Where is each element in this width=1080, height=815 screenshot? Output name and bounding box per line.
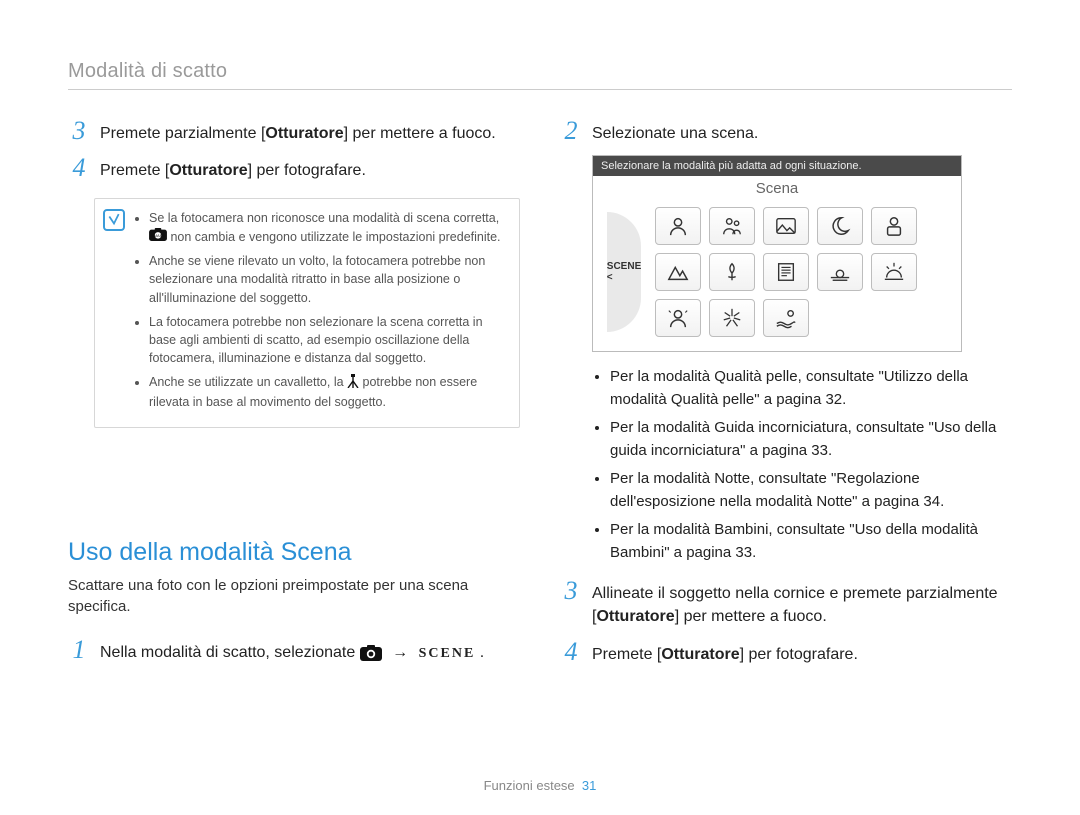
step-number: 4 bbox=[68, 155, 90, 182]
scene-cell-mountain bbox=[655, 253, 701, 291]
note-list: Se la fotocamera non riconosce una modal… bbox=[135, 209, 507, 411]
note-item: La fotocamera potrebbe non selezionare l… bbox=[149, 313, 507, 367]
arrow: → bbox=[392, 644, 408, 661]
header-rule bbox=[68, 89, 1012, 90]
dot: . bbox=[480, 644, 484, 661]
step-3-right: 3 Allineate il soggetto nella cornice e … bbox=[560, 578, 1012, 628]
text-bold: Otturatore bbox=[661, 646, 739, 663]
scene-cell-night bbox=[817, 207, 863, 245]
note-item: Se la fotocamera non riconosce una modal… bbox=[149, 209, 507, 246]
text: Premete [ bbox=[100, 162, 169, 179]
scene-cell-fireworks bbox=[709, 299, 755, 337]
bullet-item: Per la modalità Notte, consultate "Regol… bbox=[610, 468, 1012, 513]
page-footer: Funzioni estese 31 bbox=[0, 778, 1080, 793]
note-box: Se la fotocamera non riconosce una modal… bbox=[94, 198, 520, 428]
scene-cell-landscape bbox=[763, 207, 809, 245]
scene-label: SCENE bbox=[419, 646, 476, 661]
step-text: Allineate il soggetto nella cornice e pr… bbox=[592, 578, 1012, 628]
step-number: 3 bbox=[560, 578, 582, 628]
text: Premete parzialmente [ bbox=[100, 125, 265, 142]
text-bold: Otturatore bbox=[596, 608, 674, 625]
scene-left-label: SCENE < bbox=[607, 261, 641, 283]
note-item: Anche se viene rilevato un volto, la fot… bbox=[149, 252, 507, 306]
svg-text:SMART: SMART bbox=[151, 233, 166, 238]
section-title: Uso della modalità Scena bbox=[68, 538, 520, 567]
step-text: Nella modalità di scatto, selezionate → … bbox=[100, 637, 484, 664]
text: ] per fotografare. bbox=[248, 162, 366, 179]
step-text: Premete [Otturatore] per fotografare. bbox=[100, 155, 366, 182]
note-icon bbox=[103, 209, 125, 231]
scene-title: Scena bbox=[593, 176, 961, 197]
scene-cell-children bbox=[709, 207, 755, 245]
col-right: 2 Selezionate una scena. Selezionare la … bbox=[560, 118, 1012, 676]
section-desc: Scattare una foto con le opzioni preimpo… bbox=[68, 575, 520, 617]
step-4-right: 4 Premete [Otturatore] per fotografare. bbox=[560, 639, 1012, 666]
scene-cell-dawn bbox=[871, 253, 917, 291]
page: Modalità di scatto 3 Premete parzialment… bbox=[0, 0, 1080, 815]
scene-cell-text bbox=[763, 253, 809, 291]
scene-grid bbox=[655, 207, 917, 337]
camera-icon bbox=[360, 645, 382, 661]
page-number: 31 bbox=[582, 778, 596, 793]
smart-icon: SMART bbox=[149, 228, 167, 246]
scene-cell-backlight bbox=[655, 299, 701, 337]
text: ] per fotografare. bbox=[740, 646, 858, 663]
col-left: 3 Premete parzialmente [Otturatore] per … bbox=[68, 118, 520, 676]
step-number: 1 bbox=[68, 637, 90, 664]
scene-cell-macro bbox=[709, 253, 755, 291]
text: Premete [ bbox=[592, 646, 661, 663]
step-text: Premete [Otturatore] per fotografare. bbox=[592, 639, 858, 666]
scene-tip-bar: Selezionare la modalità più adatta ad og… bbox=[593, 156, 961, 176]
note-item: Anche se utilizzate un cavalletto, la po… bbox=[149, 373, 507, 411]
text: ] per mettere a fuoco. bbox=[675, 608, 827, 625]
footer-label: Funzioni estese bbox=[484, 778, 575, 793]
page-header-title: Modalità di scatto bbox=[68, 60, 1012, 83]
scene-body: SCENE < bbox=[593, 197, 961, 351]
bullet-item: Per la modalità Bambini, consultate "Uso… bbox=[610, 519, 1012, 564]
bullet-item: Per la modalità Qualità pelle, consultat… bbox=[610, 366, 1012, 411]
columns: 3 Premete parzialmente [Otturatore] per … bbox=[68, 118, 1012, 676]
bullet-item: Per la modalità Guida incorniciatura, co… bbox=[610, 417, 1012, 462]
step-number: 4 bbox=[560, 639, 582, 666]
scene-cell-face bbox=[871, 207, 917, 245]
scene-left-arc: SCENE < bbox=[607, 212, 641, 332]
scene-cell-portrait bbox=[655, 207, 701, 245]
scene-cell-sunset bbox=[817, 253, 863, 291]
step-4-left: 4 Premete [Otturatore] per fotografare. bbox=[68, 155, 520, 182]
text-bold: Otturatore bbox=[169, 162, 247, 179]
step-number: 3 bbox=[68, 118, 90, 145]
right-bullets: Per la modalità Qualità pelle, consultat… bbox=[592, 366, 1012, 564]
text: ] per mettere a fuoco. bbox=[344, 125, 496, 142]
tripod-icon bbox=[347, 374, 359, 393]
scene-screenshot: Selezionare la modalità più adatta ad og… bbox=[592, 155, 962, 352]
step-number: 2 bbox=[560, 118, 582, 145]
step-2-right: 2 Selezionate una scena. bbox=[560, 118, 1012, 145]
step-1-left: 1 Nella modalità di scatto, selezionate … bbox=[68, 637, 520, 664]
step-3-left: 3 Premete parzialmente [Otturatore] per … bbox=[68, 118, 520, 145]
step-text: Selezionate una scena. bbox=[592, 118, 758, 145]
scene-cell-beach bbox=[763, 299, 809, 337]
step-text: Premete parzialmente [Otturatore] per me… bbox=[100, 118, 496, 145]
text: Nella modalità di scatto, selezionate bbox=[100, 644, 360, 661]
text-bold: Otturatore bbox=[265, 125, 343, 142]
